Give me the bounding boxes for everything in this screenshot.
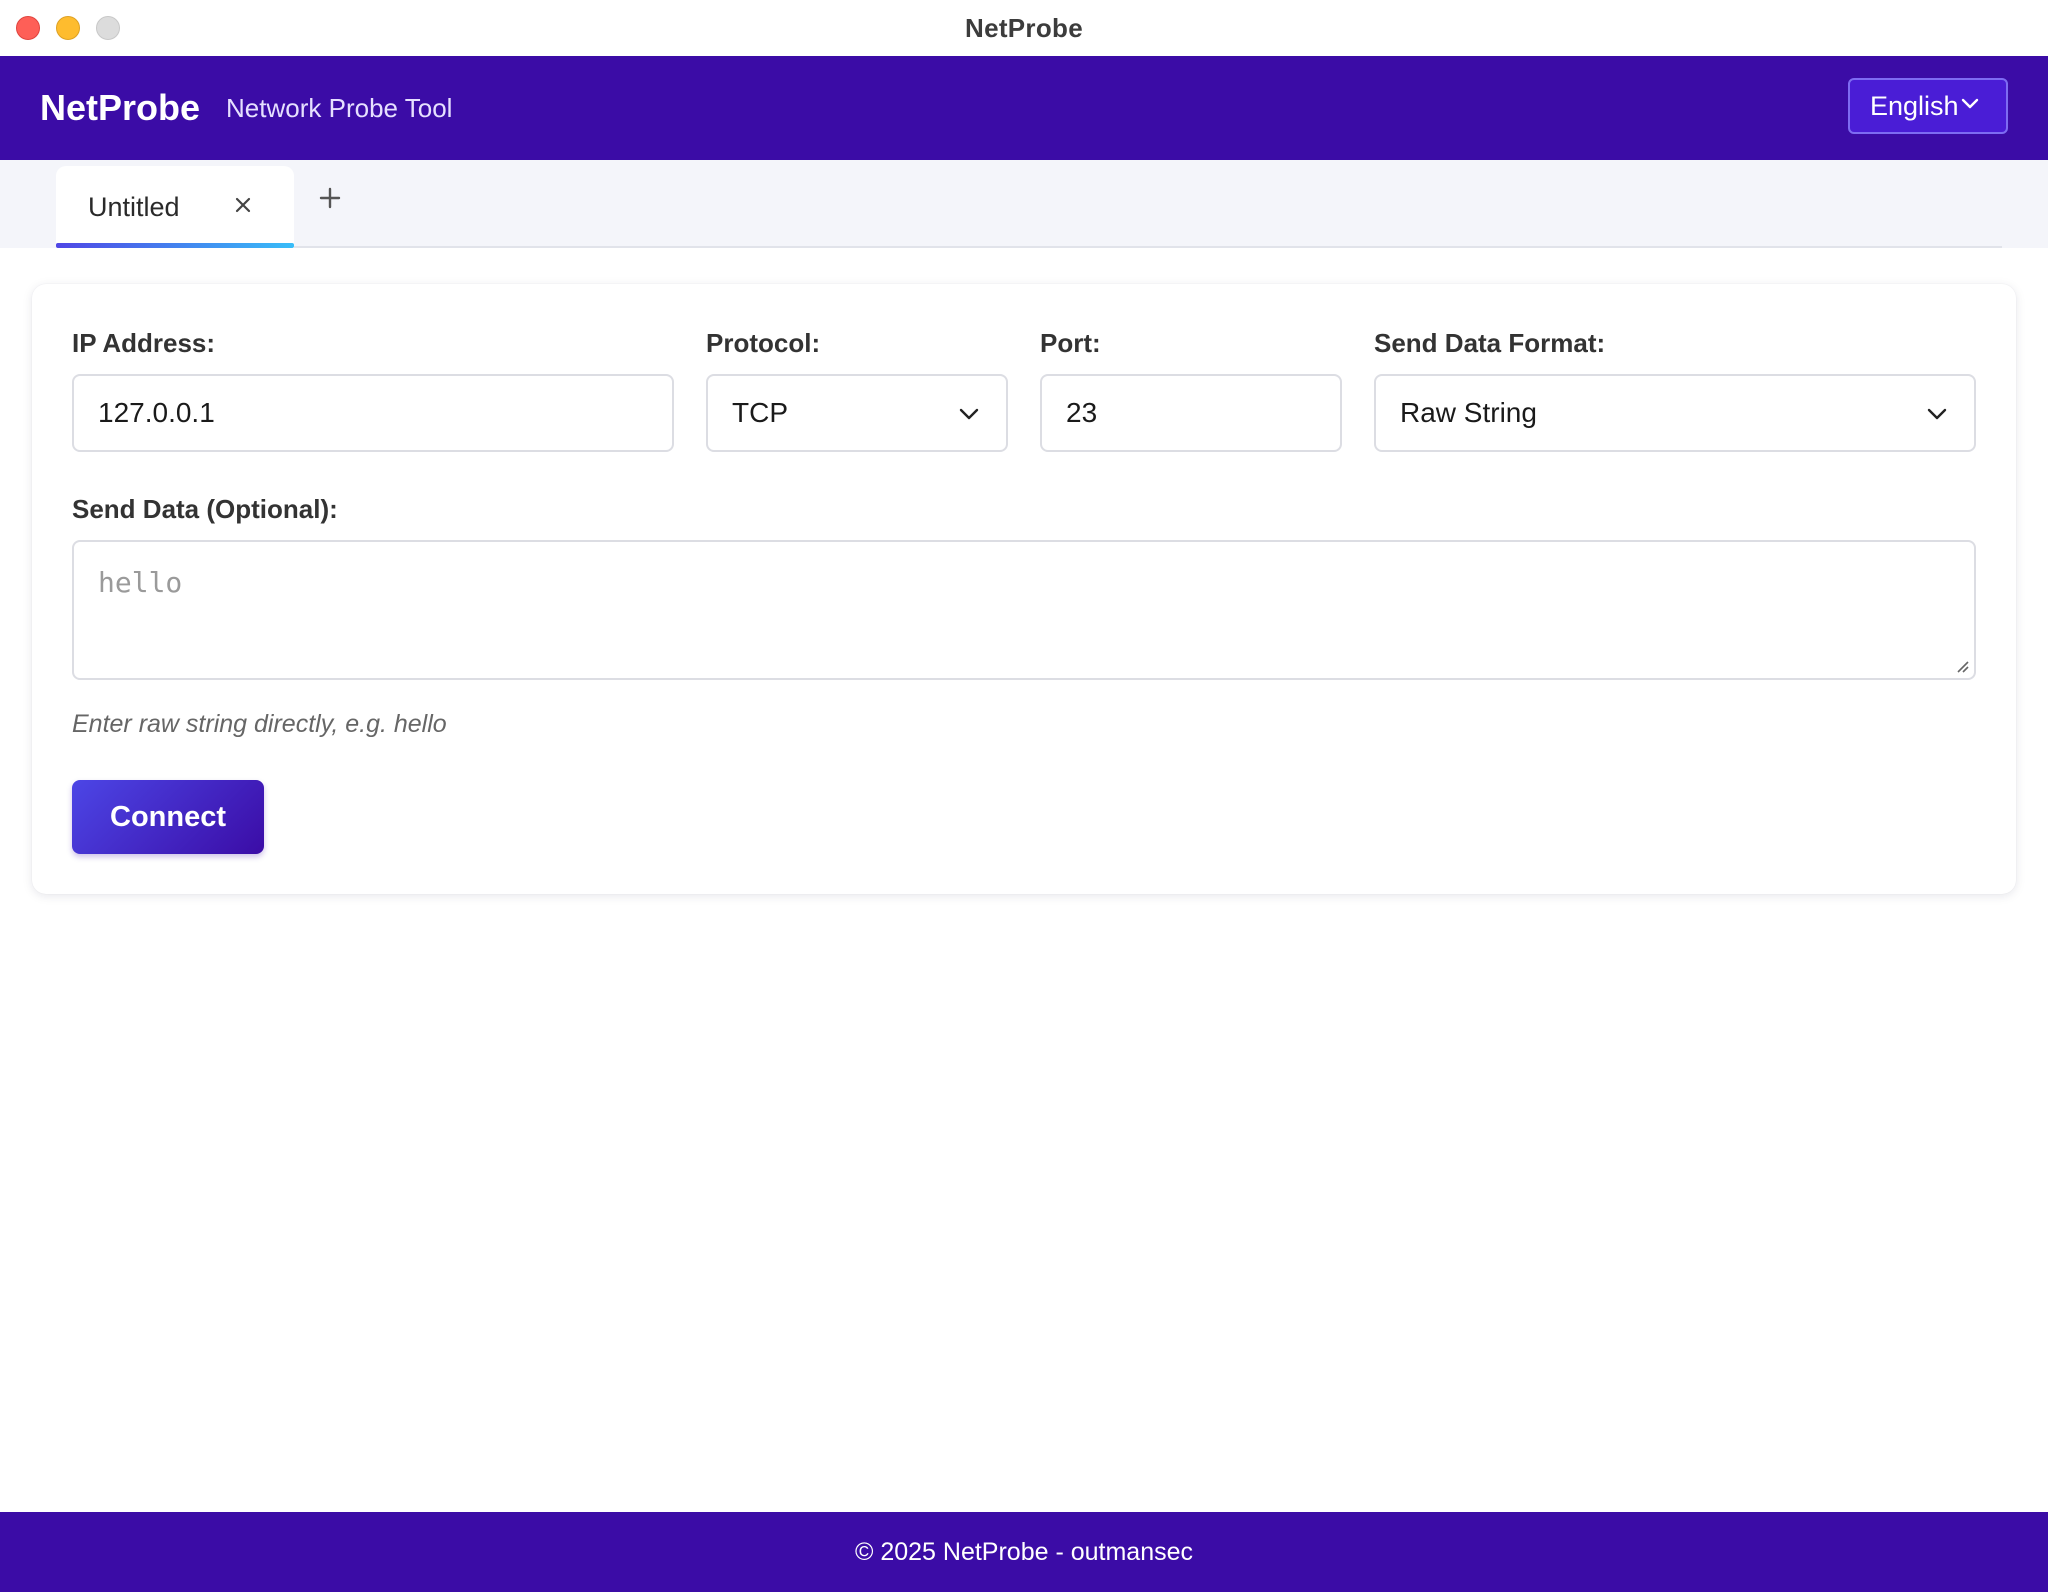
port-label: Port:: [1040, 328, 1101, 358]
ip-address-value: 127.0.0.1: [98, 397, 215, 428]
chevron-down-icon: [959, 408, 979, 420]
plus-icon[interactable]: [316, 184, 344, 212]
tab-strip: Untitled: [0, 160, 2048, 248]
app-brand: NetProbe: [40, 87, 201, 128]
ip-address-input[interactable]: 127.0.0.1: [72, 374, 674, 452]
app-footer: © 2025 NetProbe - outmansec: [0, 1512, 2048, 1592]
close-icon[interactable]: [234, 196, 252, 214]
app-header: NetProbe Network Probe Tool English: [0, 56, 2048, 160]
send-data-placeholder: hello: [98, 566, 183, 599]
tab-untitled[interactable]: Untitled: [56, 166, 294, 248]
chevron-down-icon: [1961, 98, 1979, 109]
connection-form-card: IP Address: 127.0.0.1 Protocol: TCP Port…: [32, 284, 2016, 894]
port-input[interactable]: 23: [1040, 374, 1342, 452]
protocol-select[interactable]: TCP: [706, 374, 1008, 452]
footer-copyright: © 2025 NetProbe - outmansec: [854, 1537, 1194, 1566]
chevron-down-icon: [1927, 408, 1947, 420]
port-value: 23: [1066, 397, 1098, 428]
language-select[interactable]: English: [1848, 78, 2008, 134]
language-select-value: English: [1870, 90, 1959, 121]
send-data-textarea[interactable]: hello: [72, 540, 1976, 680]
ip-address-label: IP Address:: [72, 328, 216, 358]
window-title: NetProbe: [965, 12, 1083, 43]
send-format-value: Raw String: [1400, 397, 1537, 428]
tab-strip-divider: [56, 246, 2002, 248]
send-format-select[interactable]: Raw String: [1374, 374, 1976, 452]
active-tab-indicator: [56, 243, 294, 248]
window-controls: [16, 16, 120, 40]
tab-label: Untitled: [88, 191, 180, 222]
title-bar: NetProbe: [0, 0, 2048, 56]
app-tagline: Network Probe Tool: [226, 92, 453, 123]
window-maximize-button[interactable]: [96, 16, 120, 40]
connect-button[interactable]: Connect: [72, 780, 264, 854]
protocol-value: TCP: [732, 397, 788, 428]
send-data-hint: Enter raw string directly, e.g. hello: [72, 710, 447, 738]
send-format-label: Send Data Format:: [1374, 328, 1606, 358]
app-window: NetProbe NetProbe Network Probe Tool Eng…: [0, 0, 2048, 1592]
window-close-button[interactable]: [16, 16, 40, 40]
protocol-label: Protocol:: [706, 328, 821, 358]
resize-handle-icon[interactable]: [1954, 658, 1970, 674]
send-data-label: Send Data (Optional):: [72, 494, 338, 524]
window-minimize-button[interactable]: [56, 16, 80, 40]
